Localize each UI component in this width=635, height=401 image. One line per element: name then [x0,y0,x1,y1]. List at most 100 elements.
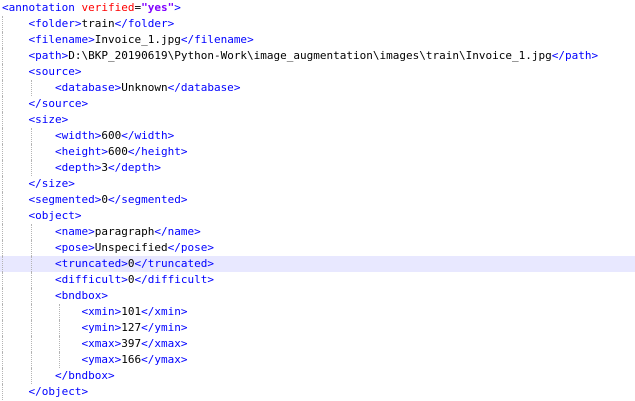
tag-bracket: > [174,1,181,14]
indent-guide [59,336,61,352]
xml-text-value: paragraph [94,225,155,238]
xml-tag-name: segmented [35,193,95,206]
xml-text-value: 166 [121,353,142,366]
xml-tag-name: path [35,49,62,62]
xml-tag-name: bndbox [68,369,108,382]
xml-text-value: 0 [101,193,108,206]
xml-text-value: 397 [121,337,142,350]
code-line[interactable]: <xmin>101</xmin> [0,304,635,320]
code-line[interactable]: <annotation verified="yes"> [0,0,635,16]
tag-bracket: < [54,81,62,94]
xml-text-value: 600 [101,129,122,142]
xml-tag-name: filename [35,33,89,46]
tag-bracket: > [180,193,188,206]
indent-guide [30,368,32,384]
tag-bracket: </ [28,97,42,110]
indent-guide [59,320,61,336]
tag-bracket: > [74,209,82,222]
tag-bracket: < [54,225,62,238]
tag-bracket: </ [28,177,42,190]
code-line[interactable]: <path>D:\BKP_20190619\Python-Work\image_… [0,48,635,64]
tag-bracket: > [81,97,89,110]
code-line[interactable]: <height>600</height> [0,144,635,160]
code-line[interactable]: <difficult>0</difficult> [0,272,635,288]
tag-bracket: > [233,81,241,94]
code-line[interactable]: </object> [0,384,635,400]
tag-bracket: > [88,241,95,254]
tag-bracket: > [74,65,82,78]
tag-bracket: </ [167,81,181,94]
code-line[interactable]: <database>Unknown</database> [0,80,635,96]
code-line[interactable]: <width>600</width> [0,128,635,144]
current-line[interactable]: <truncated>0</truncated> [0,256,635,272]
tag-bracket: </ [134,257,148,270]
tag-bracket: > [61,113,69,126]
tag-bracket: </ [141,353,155,366]
tag-bracket: </ [141,337,155,350]
tag-bracket: > [107,369,115,382]
code-line[interactable]: <source> [0,64,635,80]
indent-guide [30,336,32,352]
code-line[interactable]: </size> [0,176,635,192]
indent-guide [2,272,3,288]
code-line[interactable]: </source> [0,96,635,112]
code-line[interactable]: <name>paragraph</name> [0,224,635,240]
tag-bracket: > [121,273,128,286]
xml-closing-tag-name: ymin [154,321,181,334]
tag-bracket: </ [180,33,195,46]
indent-guide [30,224,32,240]
xml-tag-name: annotation [8,1,75,14]
indent-guide [2,64,3,80]
xml-tag-name: pose [61,241,89,254]
indent-guide [2,112,3,128]
indent-guide [2,288,3,304]
code-line[interactable]: <folder>train</folder> [0,16,635,32]
tag-bracket: < [54,273,62,286]
xml-text-value: 101 [121,305,142,318]
indent-guide [30,144,32,160]
tag-bracket: > [167,129,175,142]
tag-bracket: </ [121,129,135,142]
tag-bracket: > [180,337,188,350]
code-line[interactable]: <bndbox> [0,288,635,304]
xml-text-value: 127 [121,321,142,334]
tag-bracket: </ [141,305,155,318]
code-line[interactable]: <pose>Unspecified</pose> [0,240,635,256]
code-line[interactable]: <object> [0,208,635,224]
code-line[interactable]: <ymax>166</ymax> [0,352,635,368]
code-line[interactable]: </bndbox> [0,368,635,384]
indent-guide [2,352,3,368]
xml-closing-tag-name: height [141,145,181,158]
xml-closing-tag-name: segmented [121,193,181,206]
indent-guide [2,96,3,112]
code-line[interactable]: <size> [0,112,635,128]
tag-bracket: < [54,129,62,142]
code-line[interactable]: <xmax>397</xmax> [0,336,635,352]
code-line[interactable]: <depth>3</depth> [0,160,635,176]
xml-tag-name: size [41,177,69,190]
tag-bracket: > [88,33,95,46]
tag-bracket: </ [134,273,148,286]
tag-bracket: > [180,145,188,158]
tag-bracket: < [54,161,62,174]
indent-guide [30,352,32,368]
code-line[interactable]: <filename>Invoice_1.jpg</filename> [0,32,635,48]
indent-guide [2,192,3,208]
xml-attribute-name: verified [81,1,135,14]
xml-editor[interactable]: <annotation verified="yes"> <folder>trai… [0,0,635,401]
xml-tag-name: truncated [61,257,122,270]
tag-bracket: < [54,257,62,270]
xml-tag-name: ymin [88,321,115,334]
code-line[interactable]: <ymin>127</ymin> [0,320,635,336]
code-line[interactable]: <segmented>0</segmented> [0,192,635,208]
indent-guide [59,352,61,368]
